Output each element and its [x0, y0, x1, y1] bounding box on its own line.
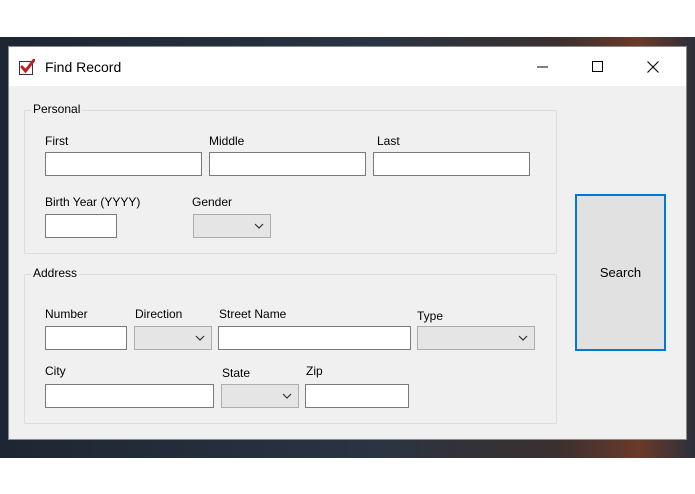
birth-year-label: Birth Year (YYYY)	[45, 195, 141, 209]
zip-label: Zip	[306, 364, 323, 378]
first-name-field[interactable]	[45, 152, 202, 176]
chevron-down-icon	[518, 335, 528, 341]
middle-name-field[interactable]	[209, 152, 366, 176]
chevron-down-icon	[282, 393, 292, 399]
chevron-down-icon	[195, 335, 205, 341]
last-name-field[interactable]	[373, 152, 530, 176]
address-legend: Address	[31, 266, 80, 280]
personal-legend: Personal	[31, 102, 83, 116]
address-group: Address Number Direction Street Name Typ…	[24, 266, 557, 424]
direction-label: Direction	[135, 307, 183, 321]
number-label: Number	[45, 307, 88, 321]
search-button[interactable]: Search	[575, 194, 666, 351]
checkbox-red-check-icon	[19, 58, 36, 75]
gender-label: Gender	[192, 195, 233, 209]
close-button[interactable]	[630, 47, 676, 86]
type-label: Type	[417, 309, 444, 323]
maximize-icon	[592, 60, 603, 72]
city-field[interactable]	[45, 384, 214, 408]
chevron-down-icon	[254, 223, 264, 229]
street-name-label: Street Name	[219, 307, 287, 321]
first-label: First	[45, 134, 69, 148]
city-label: City	[45, 364, 66, 378]
personal-group: Personal First Middle Last Birth Year (Y…	[24, 102, 557, 254]
minimize-button[interactable]	[520, 47, 566, 86]
minimize-icon	[537, 66, 548, 67]
close-icon	[647, 60, 659, 73]
number-field[interactable]	[45, 326, 127, 350]
street-name-field[interactable]	[218, 326, 411, 350]
find-record-window: Find Record Personal First Middle Last B…	[8, 46, 687, 440]
window-title: Find Record	[45, 59, 122, 75]
last-label: Last	[377, 134, 400, 148]
title-bar[interactable]: Find Record	[9, 47, 686, 86]
state-dropdown[interactable]	[221, 384, 299, 408]
type-dropdown[interactable]	[417, 326, 535, 350]
zip-field[interactable]	[305, 384, 409, 408]
middle-label: Middle	[209, 134, 245, 148]
birth-year-field[interactable]	[45, 214, 117, 238]
maximize-button[interactable]	[575, 47, 621, 86]
state-label: State	[222, 366, 251, 380]
gender-dropdown[interactable]	[193, 214, 271, 238]
direction-dropdown[interactable]	[134, 326, 212, 350]
